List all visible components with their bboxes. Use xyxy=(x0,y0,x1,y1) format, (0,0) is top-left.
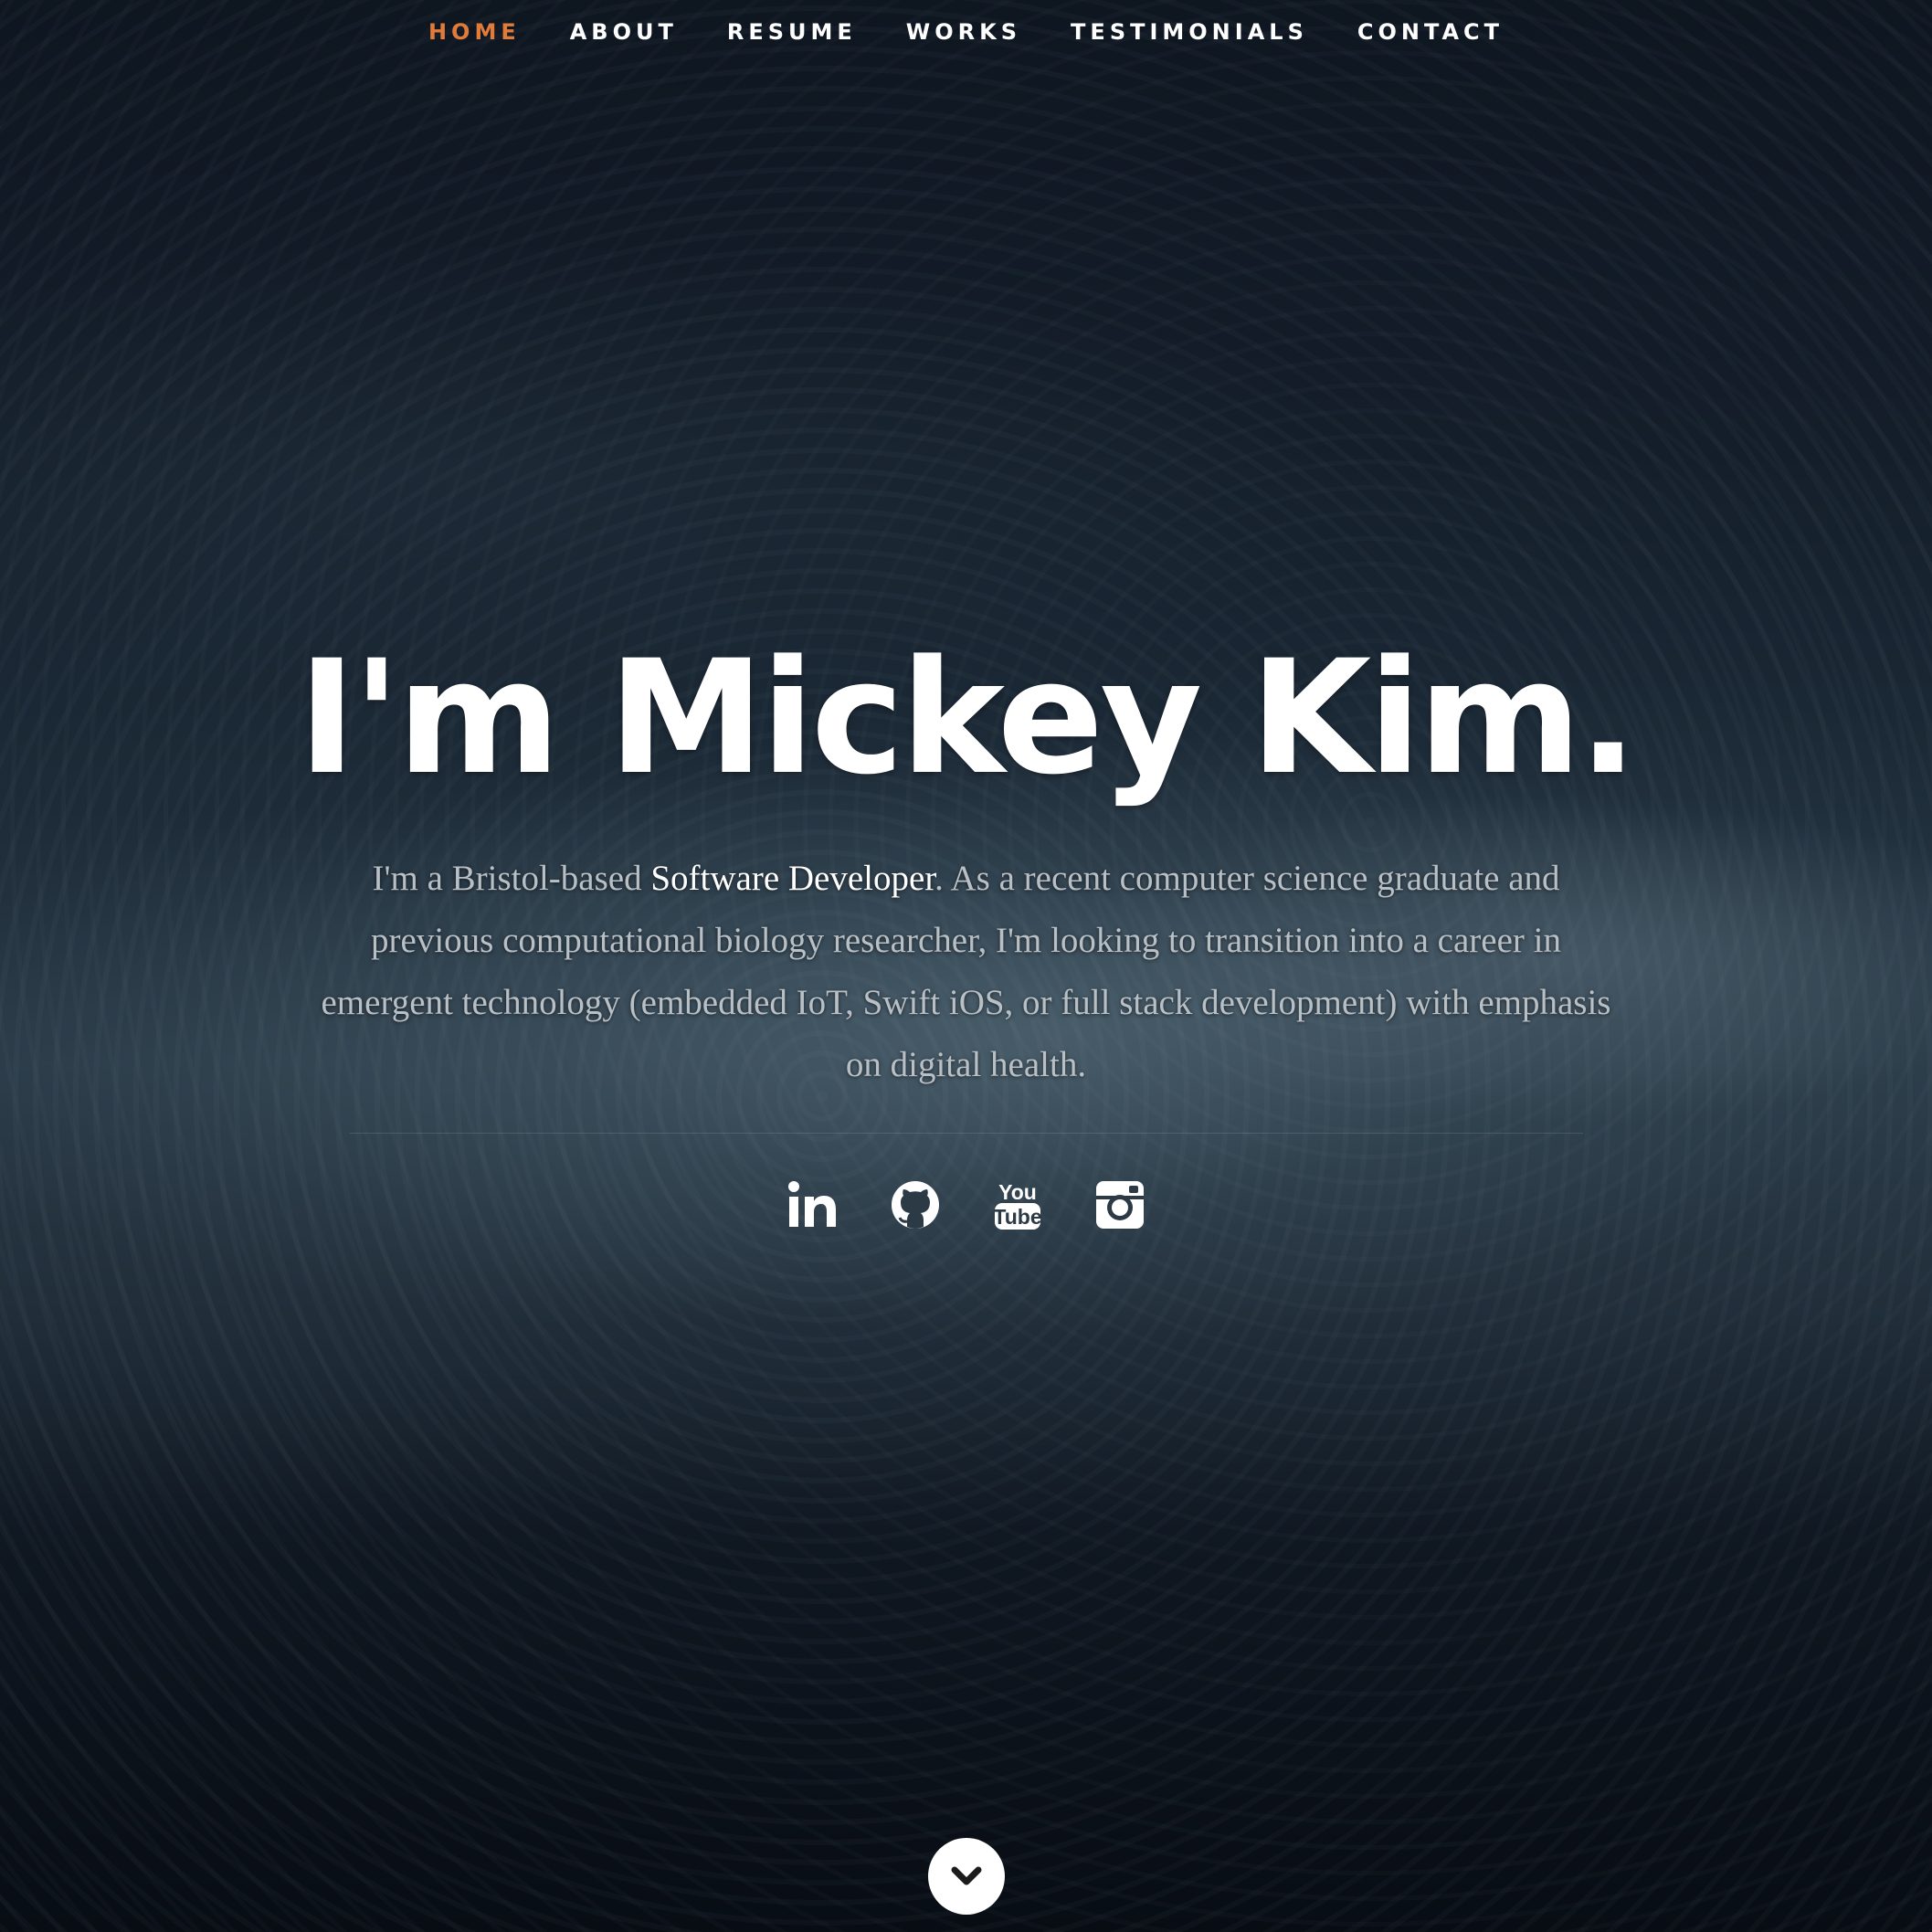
svg-text:You: You xyxy=(998,1180,1037,1204)
divider xyxy=(349,1133,1583,1134)
top-navigation: HOME ABOUT RESUME WORKS TESTIMONIALS CON… xyxy=(0,0,1932,64)
intro-text: I'm a Bristol-based Software Developer. … xyxy=(318,848,1615,1096)
github-icon[interactable] xyxy=(888,1177,943,1232)
svg-text:Tube: Tube xyxy=(993,1205,1041,1229)
linkedin-icon[interactable] xyxy=(786,1177,840,1232)
nav-contact[interactable]: CONTACT xyxy=(1357,19,1504,45)
role-highlight: Software Developer xyxy=(650,859,935,898)
nav-works[interactable]: WORKS xyxy=(906,19,1021,45)
nav-testimonials[interactable]: TESTIMONIALS xyxy=(1071,19,1308,45)
headline: I'm Mickey Kim. xyxy=(297,626,1638,809)
intro-text-start: I'm a Bristol-based xyxy=(372,859,651,898)
nav-about[interactable]: ABOUT xyxy=(570,19,678,45)
hero-section: HOME ABOUT RESUME WORKS TESTIMONIALS CON… xyxy=(0,0,1932,1932)
nav-home[interactable]: HOME xyxy=(428,19,521,45)
nav-resume[interactable]: RESUME xyxy=(727,19,857,45)
social-links: You Tube xyxy=(0,1177,1932,1232)
instagram-icon[interactable] xyxy=(1093,1177,1147,1232)
banner: I'm Mickey Kim. I'm a Bristol-based Soft… xyxy=(0,639,1932,1232)
chevron-down-icon xyxy=(951,1866,982,1885)
scroll-down-button[interactable] xyxy=(928,1838,1005,1915)
youtube-icon[interactable]: You Tube xyxy=(990,1177,1045,1232)
